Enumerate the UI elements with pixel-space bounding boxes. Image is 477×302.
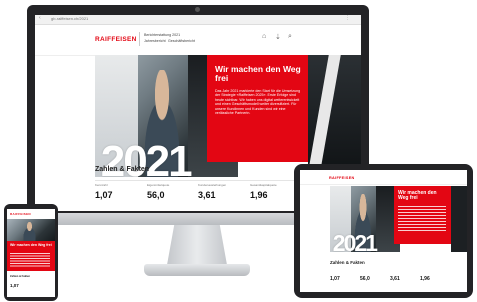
kpi-2-value: 56,0 [147,190,165,200]
tablet-kpi-4: 1,96 [420,276,430,282]
hero-title: Wir machen den Weg frei [215,64,301,83]
nav-berichterstattung[interactable]: Berichterstattung 2021 [144,33,180,37]
kpi-1-value: 1,07 [95,190,113,200]
hero-side-image [308,55,361,177]
hero-panel: Wir machen den Weg frei Das Jahr 2021 ma… [207,55,308,162]
kpi-2-label: Eigenmittelquote [147,183,170,187]
nav-geschaeftsbericht[interactable]: Geschäftsbericht [168,39,195,43]
tablet-kpi-3: 3,61 [390,276,400,282]
browser-bar: gb-raiffeisen.ch/2021 ‹ ⋮ [35,15,361,25]
kpi-3: Kundenausleihungen 3,61 [198,183,226,200]
phone-facts-title: Zahlen & Fakten [10,275,31,278]
kpi-3-value: 3,61 [198,190,216,200]
kpi-1-label: Kennzahl [95,183,108,187]
tablet-kpi-2: 56,0 [360,276,370,282]
tablet-screen: RAIFFEISEN 2021 Wir machen den Weg frei … [300,170,467,292]
tablet-logo[interactable]: RAIFFEISEN [329,176,355,180]
home-icon[interactable]: ⌂ [262,33,266,40]
tablet-frame: RAIFFEISEN 2021 Wir machen den Weg frei … [294,164,473,298]
kpi-4-value: 1,96 [250,190,268,200]
monitor-camera [195,7,200,12]
facts-title: Zahlen & Fakten [95,166,150,173]
tablet-hero-side [451,186,467,252]
tablet-kpi-1: 1,07 [330,276,340,282]
monitor-neck [167,225,227,265]
tablet-hero-title: Wir machen den Weg frei [398,190,437,202]
tablet-hero-image: 2021 [330,186,400,252]
site-header: RAIFFEISEN Berichterstattung 2021 Jahres… [35,25,361,56]
hero-body: Das Jahr 2021 markierte den Start für di… [215,89,301,116]
phone-logo[interactable]: RAIFFEISEN [10,212,31,216]
kpi-4: Gesamtkapitalquote 1,96 [250,183,277,200]
kpi-4-label: Gesamtkapitalquote [250,183,277,187]
tablet-header: RAIFFEISEN [300,172,467,185]
facts-divider [95,180,301,181]
phone-hero-image [7,219,55,241]
phone-frame: RAIFFEISEN Wir machen den Weg frei Zahle… [4,204,58,301]
browser-menu-icon[interactable]: ⋮ [345,15,350,21]
nav-jahresbericht[interactable]: Jahresbericht [144,39,166,43]
download-icon[interactable]: ⇣ [275,33,281,41]
tablet-hero-year: 2021 [332,230,378,252]
kpi-2: Eigenmittelquote 56,0 [147,183,169,200]
header-separator [139,32,140,46]
phone-hero-text-lines [10,253,50,267]
search-icon[interactable]: ⌕ [288,33,292,41]
raiffeisen-logo[interactable]: RAIFFEISEN [95,36,137,43]
kpi-3-label: Kundenausleihungen [198,183,227,187]
monitor-base [144,264,250,276]
phone-hero-title: Wir machen den Weg frei [10,243,52,247]
phone-hero-person [20,221,39,241]
hero-side-stripe [308,55,341,177]
browser-url[interactable]: gb-raiffeisen.ch/2021 [51,16,88,21]
tablet-hero-text-lines [398,206,446,232]
phone-screen: RAIFFEISEN Wir machen den Weg frei Zahle… [7,209,55,297]
back-icon[interactable]: ‹ [39,15,41,21]
kpi-1: Kennzahl 1,07 [95,183,113,200]
phone-kpi-1: 1,07 [10,283,19,288]
phone-hero-panel: Wir machen den Weg frei [7,241,55,271]
tablet-facts-title: Zahlen & Fakten [330,260,365,265]
tablet-hero-panel: Wir machen den Weg frei [394,186,451,244]
